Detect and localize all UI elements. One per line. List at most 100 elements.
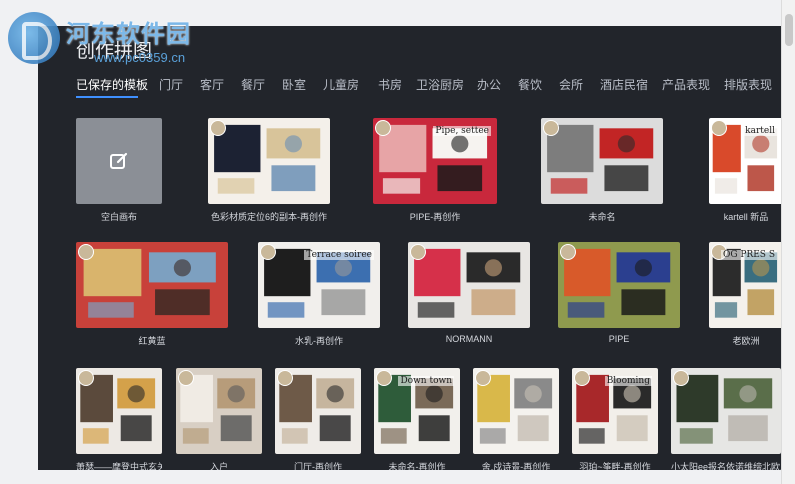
- author-avatar: [376, 370, 392, 386]
- template-caption: PIPE-再创作: [409, 212, 461, 222]
- moodboard-collage: [76, 242, 228, 328]
- template-card[interactable]: 入户: [176, 368, 262, 470]
- template-card[interactable]: Pipe, settee PIPE-再创作: [373, 118, 497, 226]
- template-card[interactable]: OG PRES S 老欧洲: [709, 242, 781, 350]
- template-card[interactable]: kartell kartell 新品: [709, 118, 781, 226]
- template-caption: 萧瑟——摩登中式玄关...: [76, 462, 162, 470]
- tab-9[interactable]: 餐饮: [518, 76, 542, 93]
- template-thumbnail[interactable]: [541, 118, 663, 204]
- template-caption: PIPE: [608, 334, 630, 344]
- template-thumbnail[interactable]: Pipe, settee: [373, 118, 497, 204]
- watermark-url: www.pc0359.cn: [94, 50, 186, 65]
- template-card[interactable]: PIPE: [558, 242, 680, 350]
- tab-3[interactable]: 餐厅: [241, 76, 265, 93]
- watermark: 河东软件园 www.pc0359.cn: [4, 8, 214, 68]
- tab-8[interactable]: 办公: [477, 76, 501, 93]
- template-card[interactable]: 色彩材质定位6的副本-再创作: [208, 118, 330, 226]
- author-avatar: [178, 370, 194, 386]
- template-thumbnail[interactable]: Blooming: [572, 368, 658, 454]
- template-card[interactable]: 舍.戍诗景-再创作: [473, 368, 559, 470]
- thumbnail-overlay-text: Down town: [398, 376, 454, 386]
- moodboard-collage: [208, 118, 330, 204]
- watermark-logo: [8, 12, 60, 64]
- author-avatar: [560, 244, 576, 260]
- collage-window: 创作拼图 已保存的模板 门厅 客厅 餐厅 卧室 儿童房 书房 卫浴厨房 办公 餐饮 会所 酒店民宿 产品…: [38, 26, 781, 470]
- template-thumbnail[interactable]: OG PRES S: [709, 242, 781, 328]
- thumbnail-overlay-text: Blooming: [604, 376, 652, 386]
- vertical-scrollbar[interactable]: [781, 0, 795, 484]
- thumbnail-overlay-text: kartell: [743, 126, 777, 136]
- tab-13[interactable]: 排版表现: [724, 76, 772, 93]
- template-thumbnail[interactable]: kartell: [709, 118, 781, 204]
- template-thumbnail[interactable]: [275, 368, 361, 454]
- template-caption: 门厅-再创作: [294, 462, 342, 470]
- author-avatar: [543, 120, 559, 136]
- scrollbar-thumb[interactable]: [785, 14, 793, 46]
- tab-6[interactable]: 书房: [378, 76, 402, 93]
- tab-1[interactable]: 门厅: [159, 76, 183, 93]
- template-caption: 红黄蓝: [138, 336, 166, 346]
- author-avatar: [375, 120, 391, 136]
- author-avatar: [78, 244, 94, 260]
- tab-11[interactable]: 酒店民宿: [600, 76, 648, 93]
- edit-icon: [110, 152, 128, 169]
- tab-2[interactable]: 客厅: [200, 76, 224, 93]
- template-caption: 舍.戍诗景-再创作: [481, 462, 551, 470]
- blank-canvas-thumbnail[interactable]: [76, 118, 162, 204]
- thumbnail-overlay-text: OG PRES S: [720, 250, 777, 260]
- template-card[interactable]: 红黄蓝: [76, 242, 228, 350]
- template-card[interactable]: NORMANN: [408, 242, 530, 350]
- template-thumbnail[interactable]: [558, 242, 680, 328]
- template-thumbnail[interactable]: [408, 242, 530, 328]
- template-card[interactable]: 未命名: [541, 118, 663, 226]
- author-avatar: [711, 120, 727, 136]
- template-card[interactable]: 空白画布: [76, 118, 162, 226]
- thumbnail-overlay-text: Pipe, settee: [433, 126, 491, 136]
- active-tab-indicator: [76, 96, 138, 98]
- template-caption: 未命名: [588, 212, 616, 222]
- tab-4[interactable]: 卧室: [282, 76, 306, 93]
- moodboard-collage: [558, 242, 680, 328]
- template-thumbnail[interactable]: [671, 368, 781, 454]
- template-card[interactable]: Down town 未命名-再创作: [374, 368, 460, 470]
- template-thumbnail[interactable]: [208, 118, 330, 204]
- author-avatar: [475, 370, 491, 386]
- template-card[interactable]: 萧瑟——摩登中式玄关...: [76, 368, 162, 470]
- moodboard-collage: [541, 118, 663, 204]
- tab-12[interactable]: 产品表现: [662, 76, 710, 93]
- author-avatar: [78, 370, 94, 386]
- author-avatar: [673, 370, 689, 386]
- template-thumbnail[interactable]: Down town: [374, 368, 460, 454]
- template-thumbnail[interactable]: [473, 368, 559, 454]
- tab-0[interactable]: 已保存的模板: [76, 76, 148, 93]
- template-card[interactable]: Blooming 羽珀~筝畔-再创作: [572, 368, 658, 470]
- template-caption: kartell 新品: [723, 212, 769, 222]
- template-thumbnail[interactable]: Terrace soiree: [258, 242, 380, 328]
- template-card[interactable]: 小太阳ee报名依诺维缔北欧风: [671, 368, 781, 470]
- template-caption: 老欧洲: [732, 336, 760, 346]
- template-caption: 羽珀~筝畔-再创作: [579, 462, 651, 470]
- template-card[interactable]: 门厅-再创作: [275, 368, 361, 470]
- template-caption: 空白画布: [100, 212, 137, 222]
- template-caption: 小太阳ee报名依诺维缔北欧风: [671, 462, 781, 470]
- author-avatar: [410, 244, 426, 260]
- tab-5[interactable]: 儿童房: [323, 76, 359, 93]
- template-caption: 未命名-再创作: [388, 462, 446, 470]
- tab-10[interactable]: 会所: [559, 76, 583, 93]
- watermark-text: 河东软件园: [66, 19, 191, 48]
- thumbnail-overlay-text: Terrace soiree: [304, 250, 374, 260]
- author-avatar: [277, 370, 293, 386]
- author-avatar: [260, 244, 276, 260]
- template-caption: 色彩材质定位6的副本-再创作: [210, 212, 327, 222]
- moodboard-collage: [408, 242, 530, 328]
- author-avatar: [210, 120, 226, 136]
- template-thumbnail[interactable]: [176, 368, 262, 454]
- template-caption: 水乳-再创作: [295, 336, 343, 346]
- template-caption: NORMANN: [445, 334, 493, 344]
- template-caption: 入户: [209, 462, 228, 470]
- template-thumbnail[interactable]: [76, 242, 228, 328]
- template-thumbnail[interactable]: [76, 368, 162, 454]
- template-card[interactable]: Terrace soiree 水乳-再创作: [258, 242, 380, 350]
- author-avatar: [574, 370, 590, 386]
- tab-7[interactable]: 卫浴厨房: [416, 76, 464, 93]
